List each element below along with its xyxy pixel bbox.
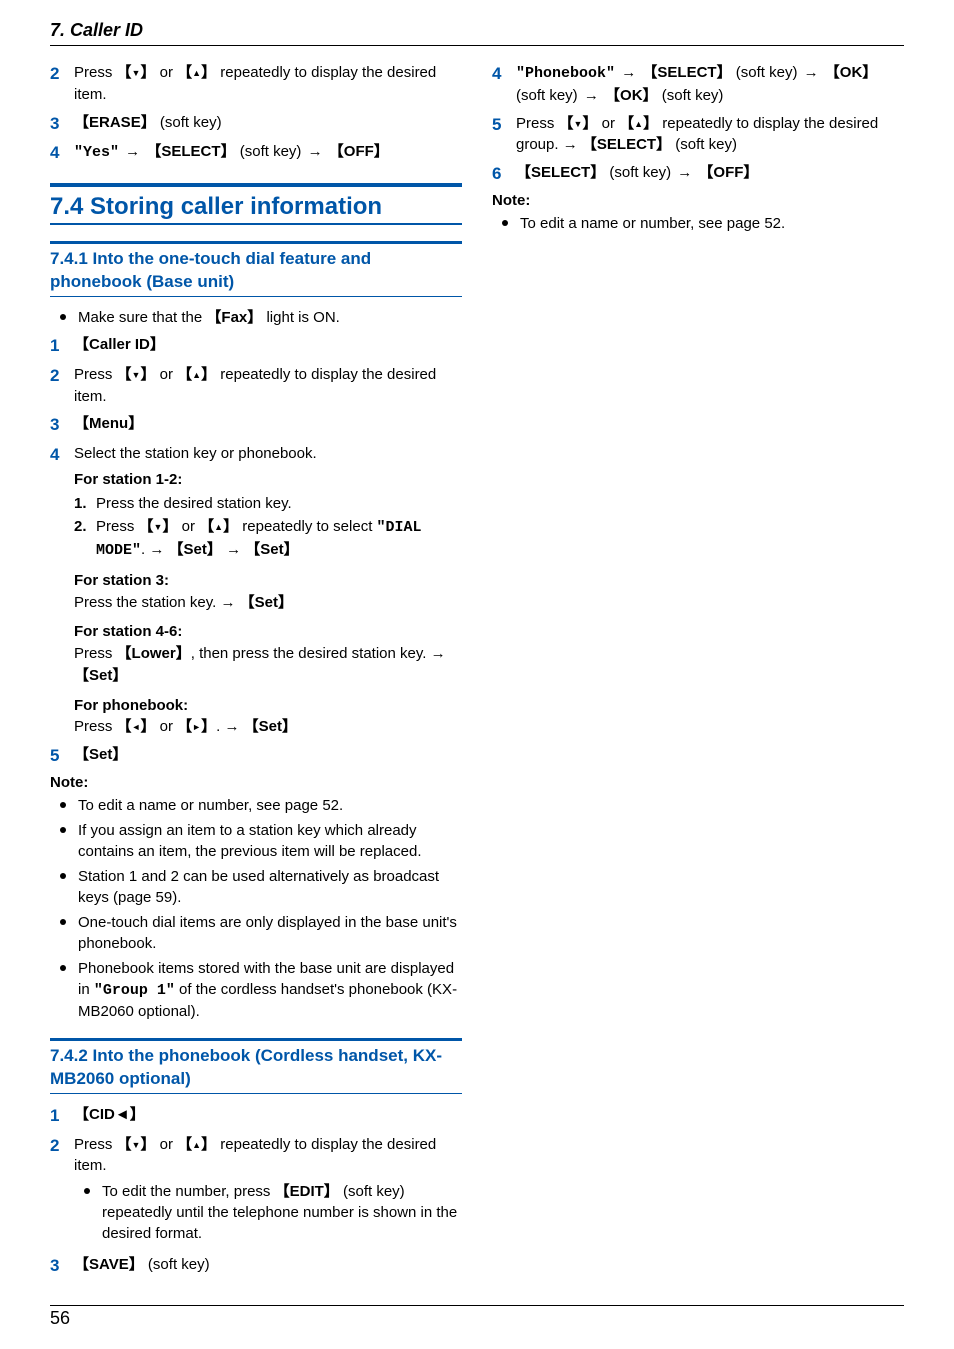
nested-step: 2. Press 【▼】 or 【▲】 repeatedly to select… bbox=[74, 516, 462, 562]
step-1: 1 【Caller ID】 bbox=[50, 334, 462, 358]
bullet-list: To edit the number, press 【EDIT】 (soft k… bbox=[74, 1181, 462, 1244]
step-number: 3 bbox=[50, 112, 74, 136]
step-number: 1 bbox=[50, 1104, 74, 1128]
step-text: 【ERASE】 (soft key) bbox=[74, 112, 462, 134]
step-text: Press 【▼】 or 【▲】 repeatedly to display t… bbox=[516, 113, 904, 157]
step-text: Press 【▼】 or 【▲】 repeatedly to display t… bbox=[74, 364, 462, 408]
rule-icon bbox=[50, 183, 462, 187]
section-7-4: 7.4 Storing caller information bbox=[50, 183, 462, 225]
step-text: 【SELECT】 (soft key) → 【OFF】 bbox=[516, 162, 904, 184]
chapter-title: Caller ID bbox=[70, 20, 143, 40]
step-number: 6 bbox=[492, 162, 516, 186]
step-2: 2 Press 【▼】 or 【▲】 repeatedly to display… bbox=[50, 62, 462, 106]
bullet-item: If you assign an item to a station key w… bbox=[50, 820, 462, 862]
step-number: 2. bbox=[74, 516, 96, 562]
step-number: 2 bbox=[50, 364, 74, 388]
section-title: 7.4 Storing caller information bbox=[50, 193, 462, 221]
note-heading: Note: bbox=[492, 192, 904, 209]
sub-heading: For station 1-2: bbox=[74, 469, 462, 491]
step-number: 2 bbox=[50, 62, 74, 86]
chapter-num: 7. bbox=[50, 20, 65, 40]
rule-icon bbox=[50, 223, 462, 225]
sub-heading: For station 4-6: bbox=[74, 621, 462, 643]
step-3b: 3 【Menu】 bbox=[50, 413, 462, 437]
step-number: 3 bbox=[50, 1254, 74, 1278]
step-number: 1. bbox=[74, 493, 96, 515]
note-heading: Note: bbox=[50, 774, 462, 791]
step-number: 5 bbox=[492, 113, 516, 137]
step-2b: 2 Press 【▼】 or 【▲】 repeatedly to display… bbox=[50, 364, 462, 408]
bullet-item: One-touch dial items are only displayed … bbox=[50, 912, 462, 954]
nested-step: 1. Press the desired station key. bbox=[74, 493, 462, 515]
step-2c: 2 Press 【▼】 or 【▲】 repeatedly to display… bbox=[50, 1134, 462, 1249]
step-4b: 4 Select the station key or phonebook. F… bbox=[50, 443, 462, 738]
step-number: 4 bbox=[50, 141, 74, 165]
step-6r: 6 【SELECT】 (soft key) → 【OFF】 bbox=[492, 162, 904, 186]
step-number: 4 bbox=[492, 62, 516, 86]
step-text: 【Set】 bbox=[74, 744, 462, 766]
step-1c: 1 【CID◄】 bbox=[50, 1104, 462, 1128]
bullet-item: Make sure that the 【Fax】 light is ON. bbox=[50, 307, 462, 328]
step-text: 【Caller ID】 bbox=[74, 334, 462, 356]
right-column: 4 "Phonebook" → 【SELECT】 (soft key) → 【O… bbox=[492, 56, 904, 1284]
step-5r: 5 Press 【▼】 or 【▲】 repeatedly to display… bbox=[492, 113, 904, 157]
subsection-title: 7.4.2 Into the phonebook (Cordless hands… bbox=[50, 1041, 462, 1094]
step-number: 4 bbox=[50, 443, 74, 467]
bullet-item: To edit a name or number, see page 52. bbox=[492, 213, 904, 234]
left-column: 2 Press 【▼】 or 【▲】 repeatedly to display… bbox=[50, 56, 462, 1284]
step-text: Press 【▼】 or 【▲】 repeatedly to display t… bbox=[74, 1134, 462, 1249]
sub-heading: For station 3: bbox=[74, 570, 462, 592]
bullet-item: Phonebook items stored with the base uni… bbox=[50, 958, 462, 1022]
bullet-item: Station 1 and 2 can be used alternativel… bbox=[50, 866, 462, 908]
step-number: 3 bbox=[50, 413, 74, 437]
step-text: Press 【▼】 or 【▲】 repeatedly to select "D… bbox=[96, 516, 462, 562]
page-header: 7. Caller ID bbox=[50, 20, 904, 46]
step-text: Press the desired station key. bbox=[96, 493, 292, 515]
step-text: Press the station key. → 【Set】 bbox=[74, 592, 462, 614]
content-columns: 2 Press 【▼】 or 【▲】 repeatedly to display… bbox=[50, 56, 904, 1284]
step-3c: 3 【SAVE】 (soft key) bbox=[50, 1254, 462, 1278]
step-text: "Yes" → 【SELECT】 (soft key) → 【OFF】 bbox=[74, 141, 462, 164]
step-4r: 4 "Phonebook" → 【SELECT】 (soft key) → 【O… bbox=[492, 62, 904, 107]
step-5b: 5 【Set】 bbox=[50, 744, 462, 768]
step-text: "Phonebook" → 【SELECT】 (soft key) → 【OK】… bbox=[516, 62, 904, 107]
note-list: To edit a name or number, see page 52. I… bbox=[50, 795, 462, 1022]
sub-heading: For phonebook: bbox=[74, 695, 462, 717]
step-text: 【SAVE】 (soft key) bbox=[74, 1254, 462, 1276]
step-text: 【CID◄】 bbox=[74, 1104, 462, 1126]
step-text: Press 【▼】 or 【▲】 repeatedly to display t… bbox=[74, 62, 462, 106]
note-list: To edit a name or number, see page 52. bbox=[492, 213, 904, 234]
step-number: 1 bbox=[50, 334, 74, 358]
step-number: 5 bbox=[50, 744, 74, 768]
step-text: Press 【◄】 or 【►】. → 【Set】 bbox=[74, 716, 462, 738]
bullet-item: To edit a name or number, see page 52. bbox=[50, 795, 462, 816]
step-text: Press 【Lower】, then press the desired st… bbox=[74, 643, 462, 687]
step-text: 【Menu】 bbox=[74, 413, 462, 435]
pre-bullets: Make sure that the 【Fax】 light is ON. bbox=[50, 307, 462, 328]
step-number: 2 bbox=[50, 1134, 74, 1158]
page-number: 56 bbox=[50, 1308, 70, 1328]
page-footer: 56 bbox=[50, 1305, 904, 1329]
bullet-item: To edit the number, press 【EDIT】 (soft k… bbox=[74, 1181, 462, 1244]
step-3: 3 【ERASE】 (soft key) bbox=[50, 112, 462, 136]
step-4: 4 "Yes" → 【SELECT】 (soft key) → 【OFF】 bbox=[50, 141, 462, 165]
subsection-title: 7.4.1 Into the one-touch dial feature an… bbox=[50, 244, 462, 297]
step-text: Select the station key or phonebook. For… bbox=[74, 443, 462, 738]
